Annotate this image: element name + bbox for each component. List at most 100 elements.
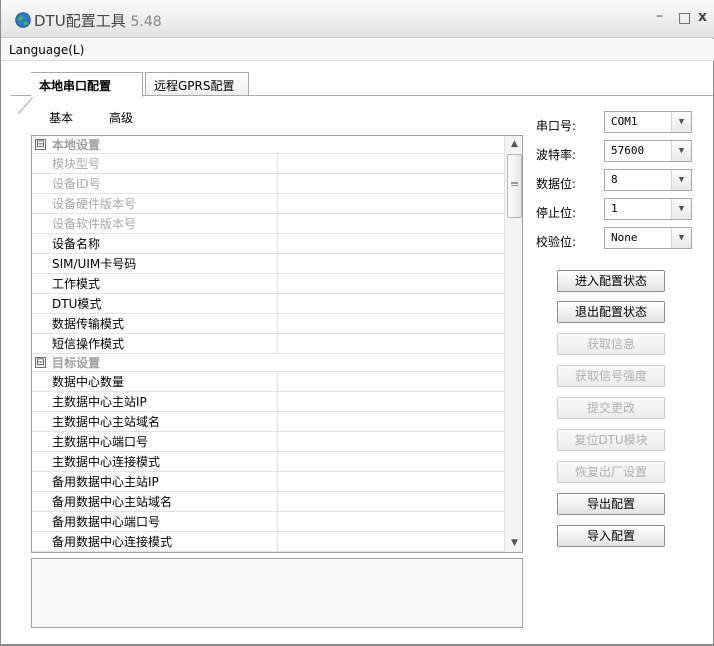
chevron-down-icon[interactable]: ▼ [671, 141, 691, 161]
property-value[interactable] [278, 174, 504, 193]
window-version: 5.48 [130, 14, 162, 30]
property-name: 数据传输模式 [32, 314, 278, 333]
property-name: 主数据中心连接模式 [32, 452, 278, 471]
property-value[interactable] [278, 314, 504, 333]
collapse-toggle-icon[interactable]: ⊟ [35, 139, 46, 150]
property-value[interactable] [278, 472, 504, 491]
grid-category-row[interactable]: ⊟ 目标设置 [32, 354, 504, 372]
property-name: 设备硬件版本号 [32, 194, 278, 213]
grid-property-row[interactable]: 数据中心数量 [32, 372, 504, 392]
minimize-button[interactable]: – [656, 8, 663, 24]
export-config-button[interactable]: 导出配置 [557, 493, 665, 515]
grid-property-row[interactable]: 主数据中心主站IP [32, 392, 504, 412]
chevron-down-icon[interactable]: ▼ [671, 228, 691, 248]
property-value[interactable] [278, 512, 504, 531]
property-value[interactable] [278, 432, 504, 451]
grid-property-row[interactable]: 模块型号 [32, 154, 504, 174]
property-value[interactable] [278, 274, 504, 293]
menu-bar: Language(L) [1, 39, 714, 61]
property-value[interactable] [278, 532, 504, 551]
tab-remote-gprs-config[interactable]: 远程GPRS配置 [145, 72, 249, 96]
port-value: COM1 [611, 115, 638, 128]
maximize-button[interactable]: □ [678, 10, 691, 26]
property-name: 模块型号 [32, 154, 278, 173]
property-grid-rows: ⊟ 本地设置 模块型号 设备ID号 设备硬件版本号 设备软件版本号 设备名称 SIM/UIM卡… [32, 136, 504, 552]
property-name: DTU模式 [32, 294, 278, 313]
tab-local-serial-config[interactable]: 本地串口配置 [31, 72, 143, 97]
grid-property-row[interactable]: 短信操作模式 [32, 334, 504, 354]
port-select[interactable]: COM1 ▼ [604, 111, 692, 133]
grid-property-row[interactable]: 备用数据中心端口号 [32, 512, 504, 532]
scroll-thumb[interactable] [507, 154, 522, 218]
chevron-down-icon[interactable]: ▼ [671, 199, 691, 219]
property-name: 主数据中心端口号 [32, 432, 278, 451]
subtab-advanced[interactable]: 高级 [109, 109, 133, 126]
property-value[interactable] [278, 294, 504, 313]
property-value[interactable] [278, 234, 504, 253]
scroll-down-arrow-icon[interactable]: ▼ [505, 535, 522, 552]
property-name: SIM/UIM卡号码 [32, 254, 278, 273]
property-name: 主数据中心主站域名 [32, 412, 278, 431]
grid-property-row[interactable]: 备用数据中心连接模式 [32, 532, 504, 552]
baud-select[interactable]: 57600 ▼ [604, 140, 692, 162]
scroll-grip-icon [511, 182, 518, 186]
window-title: DTU配置工具 5.48 [34, 10, 162, 31]
enter-config-button[interactable]: 进入配置状态 [557, 270, 665, 292]
label-stopbits: 停止位: [536, 206, 577, 220]
factory-reset-button[interactable]: 恢复出厂设置 [557, 461, 665, 483]
grid-property-row[interactable]: 备用数据中心主站IP [32, 472, 504, 492]
close-button[interactable]: x [698, 9, 707, 25]
label-databits: 数据位: [536, 177, 577, 191]
property-name: 备用数据中心端口号 [32, 512, 278, 531]
window-title-text: DTU配置工具 [34, 12, 126, 30]
property-value[interactable] [278, 254, 504, 273]
grid-property-row[interactable]: SIM/UIM卡号码 [32, 254, 504, 274]
import-config-button[interactable]: 导入配置 [557, 525, 665, 547]
grid-property-row[interactable]: 设备硬件版本号 [32, 194, 504, 214]
property-value[interactable] [278, 492, 504, 511]
property-value[interactable] [278, 194, 504, 213]
scroll-up-arrow-icon[interactable]: ▲ [505, 136, 522, 153]
grid-property-row[interactable]: 设备软件版本号 [32, 214, 504, 234]
grid-property-row[interactable]: 数据传输模式 [32, 314, 504, 334]
grid-property-row[interactable]: DTU模式 [32, 294, 504, 314]
label-baud: 波特率: [536, 148, 577, 162]
category-label: 目标设置 [52, 356, 101, 370]
property-value[interactable] [278, 452, 504, 471]
collapse-toggle-icon[interactable]: ⊟ [35, 357, 46, 368]
parity-select[interactable]: None ▼ [604, 227, 692, 249]
submit-changes-button[interactable]: 提交更改 [557, 397, 665, 419]
baud-value: 57600 [611, 144, 645, 157]
grid-property-row[interactable]: 设备名称 [32, 234, 504, 254]
property-name: 备用数据中心连接模式 [32, 532, 278, 551]
grid-category-row[interactable]: ⊟ 本地设置 [32, 136, 504, 154]
databits-select[interactable]: 8 ▼ [604, 169, 692, 191]
property-name: 备用数据中心主站IP [32, 472, 278, 491]
grid-property-row[interactable]: 主数据中心端口号 [32, 432, 504, 452]
chevron-down-icon[interactable]: ▼ [671, 170, 691, 190]
property-grid[interactable]: ⊟ 本地设置 模块型号 设备ID号 设备硬件版本号 设备软件版本号 设备名称 SIM/UIM卡… [31, 135, 523, 553]
chevron-down-icon[interactable]: ▼ [671, 112, 691, 132]
property-value[interactable] [278, 334, 504, 353]
grid-property-row[interactable]: 工作模式 [32, 274, 504, 294]
grid-property-row[interactable]: 主数据中心主站域名 [32, 412, 504, 432]
app-window: DTU配置工具 5.48 – □ x Language(L) 本地串口配置 远程… [0, 0, 714, 646]
property-value[interactable] [278, 372, 504, 391]
get-info-button[interactable]: 获取信息 [557, 333, 665, 355]
grid-property-row[interactable]: 备用数据中心主站域名 [32, 492, 504, 512]
property-value[interactable] [278, 214, 504, 233]
stopbits-value: 1 [611, 202, 618, 215]
stopbits-select[interactable]: 1 ▼ [604, 198, 692, 220]
subtab-basic[interactable]: 基本 [49, 109, 73, 126]
reset-dtu-button[interactable]: 复位DTU模块 [557, 429, 665, 451]
label-parity: 校验位: [536, 235, 577, 249]
property-value[interactable] [278, 412, 504, 431]
menu-language[interactable]: Language(L) [9, 43, 84, 57]
exit-config-button[interactable]: 退出配置状态 [557, 301, 665, 323]
get-signal-button[interactable]: 获取信号强度 [557, 365, 665, 387]
grid-property-row[interactable]: 设备ID号 [32, 174, 504, 194]
grid-property-row[interactable]: 主数据中心连接模式 [32, 452, 504, 472]
property-value[interactable] [278, 154, 504, 173]
property-value[interactable] [278, 392, 504, 411]
property-grid-scrollbar[interactable]: ▲ ▼ [504, 136, 522, 552]
